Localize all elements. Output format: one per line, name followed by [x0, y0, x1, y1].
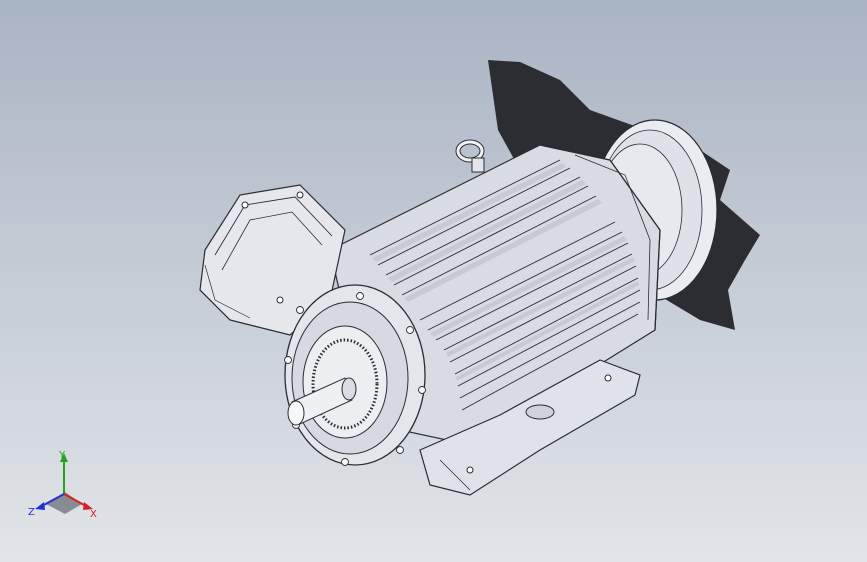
- coordinate-triad: Y X Z: [28, 450, 97, 520]
- z-axis-label: Z: [28, 507, 35, 518]
- graphics-viewport[interactable]: Y X Z: [0, 0, 867, 562]
- z-axis-arrow: [35, 502, 45, 510]
- motor-model[interactable]: [0, 0, 867, 562]
- x-axis-label: X: [90, 509, 97, 520]
- y-axis-label: Y: [58, 450, 66, 461]
- lifting-eye[interactable]: [455, 139, 485, 173]
- triad-base: [46, 492, 82, 514]
- end-shield[interactable]: [284, 284, 426, 466]
